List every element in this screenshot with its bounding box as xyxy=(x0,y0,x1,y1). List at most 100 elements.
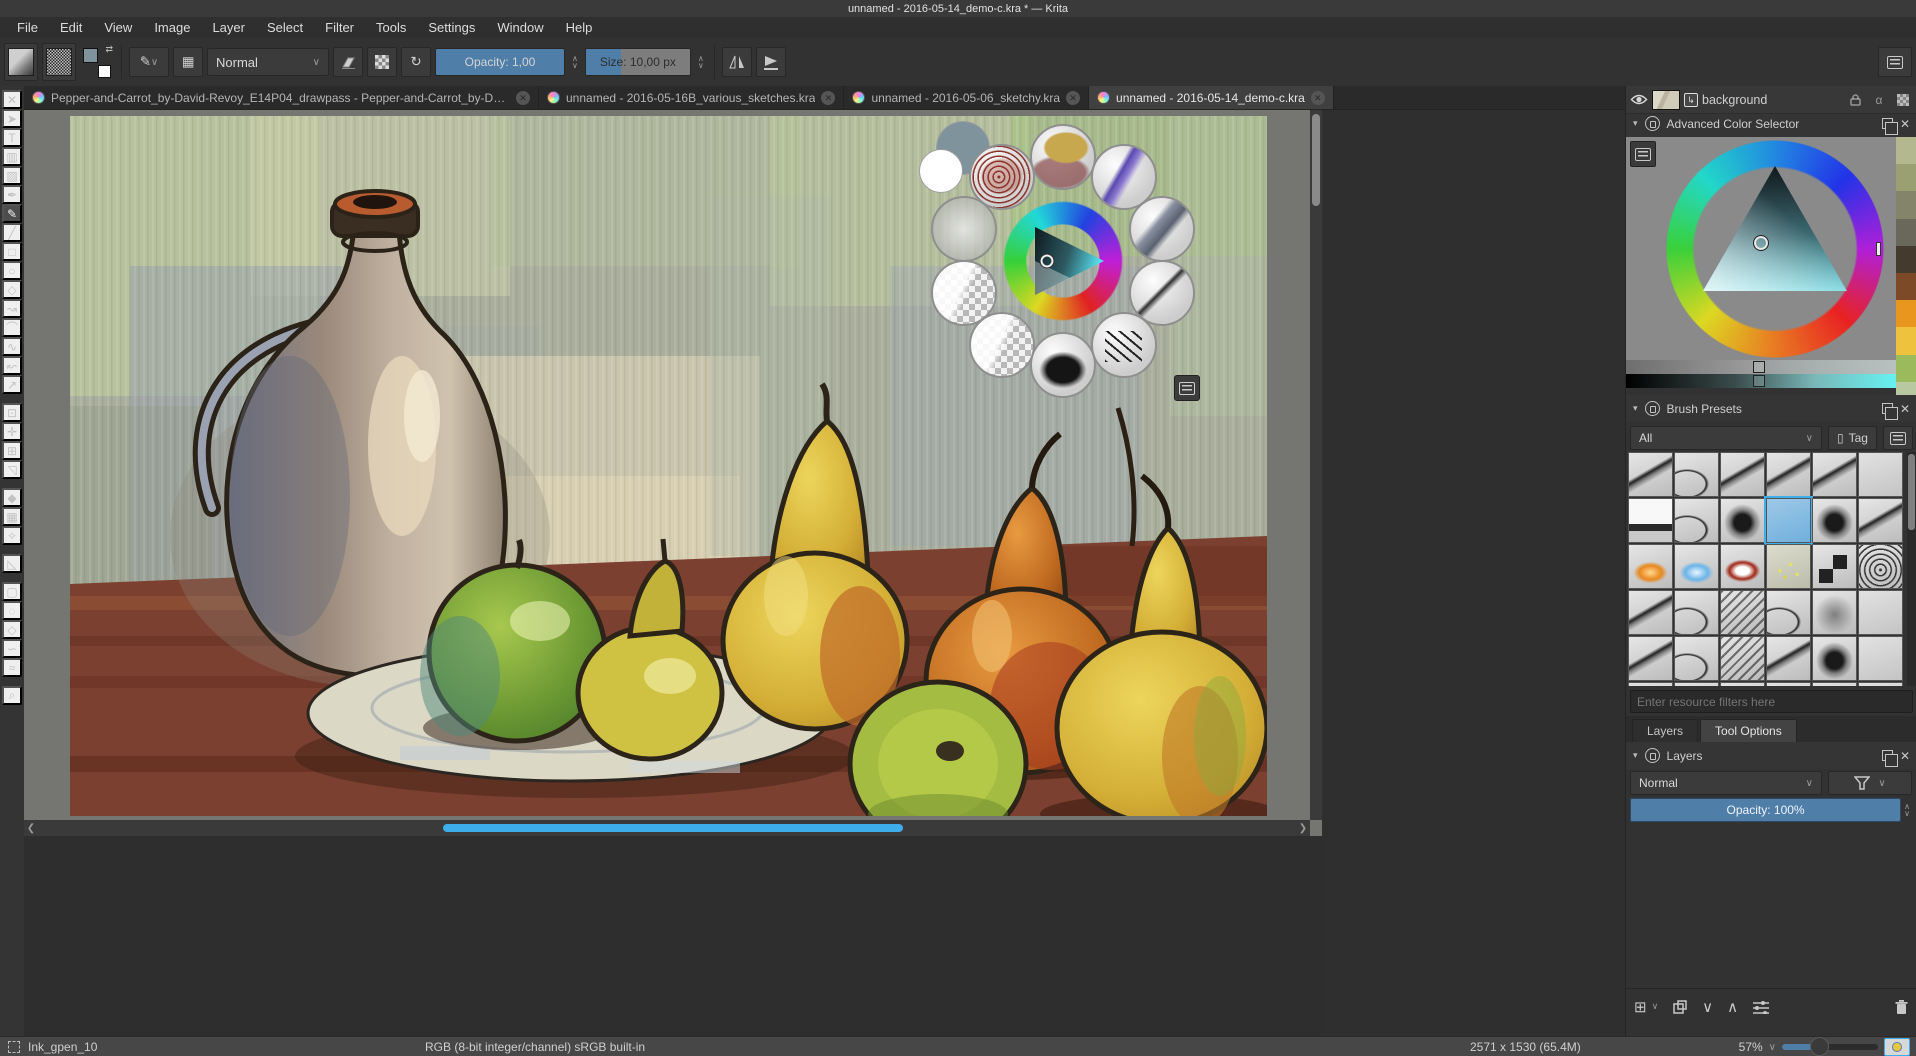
foreground-background-colors[interactable]: ⇄ xyxy=(80,43,114,81)
color-history-swatch[interactable] xyxy=(1896,137,1916,164)
document-tab[interactable]: Pepper-and-Carrot_by-David-Revoy_E14P04_… xyxy=(24,86,539,109)
brush-preset-cell[interactable] xyxy=(1812,682,1857,686)
brush-preset-cell[interactable] xyxy=(1720,590,1765,635)
layer-style-icon[interactable]: ↳ xyxy=(1684,93,1698,107)
toolbox-tool[interactable]: ╱ xyxy=(2,223,22,242)
brush-preset-cell[interactable] xyxy=(1858,544,1903,589)
zoom-slider-knob[interactable] xyxy=(1810,1037,1829,1056)
toolbox-tool[interactable]: ◺ xyxy=(2,554,22,573)
menu-item[interactable]: Tools xyxy=(365,19,417,36)
toolbox-tool[interactable]: ○ xyxy=(2,261,22,280)
canvas-only-mode-button[interactable] xyxy=(1884,1038,1910,1056)
brush-preset-cell[interactable] xyxy=(1720,498,1765,543)
horizontal-scrollbar[interactable]: ❮ ❯ xyxy=(24,820,1310,836)
brush-preset-cell[interactable] xyxy=(1720,452,1765,497)
popup-palette[interactable] xyxy=(918,113,1212,407)
tab-close-icon[interactable]: ✕ xyxy=(1066,91,1080,105)
layer-row[interactable]: ↳ background α xyxy=(1626,86,1916,114)
slider-handle[interactable] xyxy=(1753,375,1765,387)
layer-properties-button[interactable] xyxy=(1752,1000,1770,1014)
toolbox-tool[interactable]: ↝ xyxy=(2,299,22,318)
tab-close-icon[interactable]: ✕ xyxy=(1311,91,1325,105)
color-triangle[interactable] xyxy=(1626,137,1896,360)
toolbox-tool[interactable]: T xyxy=(2,128,22,147)
brush-preset-cell[interactable] xyxy=(1812,636,1857,681)
brush-preset-cell[interactable] xyxy=(1674,590,1719,635)
add-layer-dropdown-icon[interactable]: ∨ xyxy=(1652,1001,1659,1012)
menu-item[interactable]: File xyxy=(6,19,49,36)
palette-settings-button[interactable] xyxy=(1174,375,1200,401)
toolbox-tool[interactable]: ✧ xyxy=(2,526,22,545)
lightness-slider[interactable] xyxy=(1626,360,1896,374)
zoom-value[interactable]: 57% xyxy=(1739,1040,1763,1054)
brush-editor-button[interactable]: ✎ ∨ xyxy=(129,47,169,77)
layer-opacity-slider[interactable]: Opacity: 100% xyxy=(1630,798,1901,822)
menu-item[interactable]: Image xyxy=(143,19,201,36)
menu-item[interactable]: Settings xyxy=(417,19,486,36)
gradient-chooser-button[interactable] xyxy=(4,43,38,81)
toolbox-tool[interactable]: □ xyxy=(2,242,22,261)
presets-view-mode-button[interactable] xyxy=(1883,426,1913,450)
size-slider[interactable]: Size: 10,00 px xyxy=(585,48,691,76)
toolbox-tool[interactable]: ▢ xyxy=(2,582,22,601)
palette-brush-preset[interactable] xyxy=(1030,332,1096,398)
preserve-alpha-button[interactable] xyxy=(367,47,397,77)
color-history-swatch[interactable] xyxy=(1896,246,1916,273)
brush-preset-cell[interactable] xyxy=(1766,636,1811,681)
toolbox-tool[interactable]: ➤ xyxy=(2,109,22,128)
brush-preset-cell[interactable] xyxy=(1766,590,1811,635)
visibility-eye-icon[interactable] xyxy=(1630,93,1648,106)
document-tab[interactable]: unnamed - 2016-05-16B_various_sketches.k… xyxy=(539,86,844,109)
toolbox-tool[interactable]: ▨ xyxy=(2,166,22,185)
toolbox-tool[interactable]: ✛ xyxy=(2,422,22,441)
layer-filter-button[interactable]: ∨ xyxy=(1828,771,1912,795)
close-docker-icon[interactable]: ✕ xyxy=(1900,117,1910,131)
menu-item[interactable]: Edit xyxy=(49,19,93,36)
menu-item[interactable]: Help xyxy=(555,19,604,36)
add-layer-button[interactable]: ⊞ xyxy=(1634,998,1647,1016)
close-docker-icon[interactable]: ✕ xyxy=(1900,749,1910,763)
brush-preset-cell[interactable] xyxy=(1766,544,1811,589)
swap-colors-icon[interactable]: ⇄ xyxy=(105,44,113,55)
brush-preset-cell[interactable] xyxy=(1628,452,1673,497)
brush-preset-cell[interactable] xyxy=(1628,498,1673,543)
brush-preset-cell[interactable] xyxy=(1812,498,1857,543)
toolbox-tool[interactable]: ⊡ xyxy=(2,403,22,422)
toolbox-tool[interactable]: ∿ xyxy=(2,337,22,356)
palette-brush-preset[interactable] xyxy=(1030,124,1096,190)
palette-brush-preset[interactable] xyxy=(1129,196,1195,262)
color-history-swatch[interactable] xyxy=(1896,164,1916,191)
collapse-icon[interactable]: ▾ xyxy=(1633,403,1638,414)
lock-icon[interactable] xyxy=(1645,748,1660,763)
lock-icon[interactable] xyxy=(1645,116,1660,131)
color-history-swatch[interactable] xyxy=(1896,191,1916,218)
vscroll-thumb[interactable] xyxy=(1312,114,1320,206)
float-docker-icon[interactable] xyxy=(1882,403,1893,414)
float-docker-icon[interactable] xyxy=(1882,750,1893,761)
opacity-slider[interactable]: Opacity: 1,00 xyxy=(435,48,565,76)
brush-preset-cell[interactable] xyxy=(1674,544,1719,589)
brush-preset-cell[interactable] xyxy=(1812,452,1857,497)
resource-filter-input[interactable] xyxy=(1630,690,1913,713)
brush-preset-cell[interactable] xyxy=(1766,452,1811,497)
toolbox-tool[interactable]: ◇ xyxy=(2,620,22,639)
scroll-left-icon[interactable]: ❮ xyxy=(24,823,38,834)
color-history-swatch[interactable] xyxy=(1896,327,1916,354)
toolbox-tool[interactable]: ✕ xyxy=(2,90,22,109)
hscroll-track[interactable] xyxy=(38,823,1296,833)
inherit-alpha-icon[interactable] xyxy=(1893,90,1913,110)
pattern-chooser-button[interactable] xyxy=(42,43,76,81)
brush-preset-cell[interactable] xyxy=(1674,636,1719,681)
zoom-dropdown-icon[interactable]: ∨ xyxy=(1769,1042,1776,1053)
duplicate-layer-button[interactable] xyxy=(1672,999,1688,1015)
brush-preset-cell[interactable] xyxy=(1628,544,1673,589)
palette-brush-preset[interactable] xyxy=(969,144,1035,210)
brush-preset-cell[interactable] xyxy=(1720,544,1765,589)
brush-preset-cell[interactable] xyxy=(1812,590,1857,635)
menu-item[interactable]: Filter xyxy=(314,19,365,36)
toolbox-tool[interactable]: ⊞ xyxy=(2,441,22,460)
vertical-scrollbar[interactable] xyxy=(1310,110,1322,820)
brush-preset-cell[interactable] xyxy=(1858,636,1903,681)
brush-preset-cell[interactable] xyxy=(1858,682,1903,686)
lock-icon[interactable] xyxy=(1645,401,1660,416)
